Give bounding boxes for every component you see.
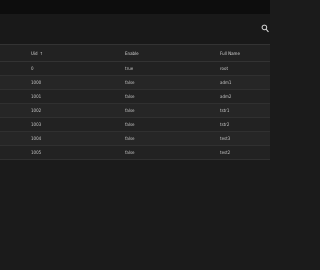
table-header: Uid ↑ Enable Full Name [0, 44, 270, 62]
cell-enable: false [125, 150, 135, 155]
app-screen: Uid ↑ Enable Full Name 0 true root 1000 f… [0, 0, 270, 270]
cell-uid: 1001 [31, 94, 42, 99]
column-header-uid[interactable]: Uid ↑ [31, 45, 43, 62]
column-header-full-name[interactable]: Full Name [220, 45, 240, 62]
cell-enable: false [125, 94, 135, 99]
cell-uid: 0 [31, 66, 34, 71]
cell-uid: 1000 [31, 80, 42, 85]
table-row[interactable]: 1003 false tstr2 [0, 118, 270, 132]
cell-enable: false [125, 108, 135, 113]
cell-full-name: test3 [220, 136, 231, 141]
cell-enable: false [125, 122, 135, 127]
table-row[interactable]: 1004 false test3 [0, 132, 270, 146]
search-icon[interactable] [261, 24, 269, 33]
cell-full-name: tstr2 [220, 122, 230, 127]
table-row[interactable]: 1001 false adm2 [0, 90, 270, 104]
table-row[interactable]: 1005 false test2 [0, 146, 270, 160]
top-bar [0, 0, 270, 14]
cell-full-name: test2 [220, 150, 231, 155]
table-row[interactable]: 0 true root [0, 62, 270, 76]
column-header-enable[interactable]: Enable [125, 45, 139, 62]
toolbar [0, 14, 270, 44]
cell-full-name: root [220, 66, 229, 71]
cell-full-name: tstr1 [220, 108, 230, 113]
cell-full-name: adm2 [220, 94, 232, 99]
column-header-uid-label: Uid [31, 51, 38, 56]
cell-enable: false [125, 136, 135, 141]
empty-content-area [0, 174, 270, 270]
cell-uid: 1003 [31, 122, 42, 127]
users-table: Uid ↑ Enable Full Name 0 true root 1000 f… [0, 44, 270, 160]
cell-uid: 1005 [31, 150, 42, 155]
cell-enable: false [125, 80, 135, 85]
cell-uid: 1004 [31, 136, 42, 141]
cell-full-name: adm1 [220, 80, 232, 85]
cell-enable: true [125, 66, 134, 71]
cell-uid: 1002 [31, 108, 42, 113]
sort-ascending-icon[interactable]: ↑ [40, 51, 43, 56]
table-row[interactable]: 1000 false adm1 [0, 76, 270, 90]
table-row[interactable]: 1002 false tstr1 [0, 104, 270, 118]
